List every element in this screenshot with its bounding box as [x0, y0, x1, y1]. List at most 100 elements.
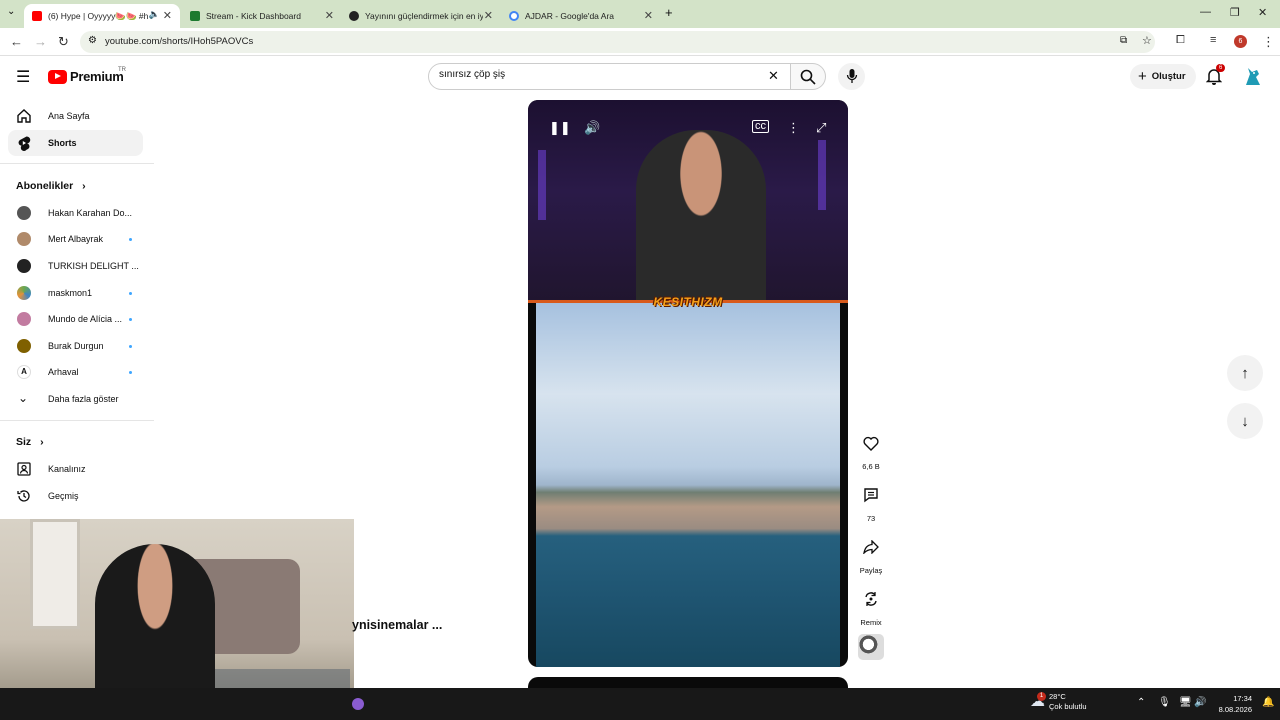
browser-tab-kick[interactable]: Stream - Kick Dashboard ✕	[182, 4, 342, 28]
tab-list-chevron-icon[interactable]: ⌄	[7, 6, 15, 17]
new-content-dot	[129, 318, 132, 321]
new-tab-icon[interactable]: +	[665, 5, 673, 20]
weather-widget[interactable]: ☁ 1 28°C Çok bulutlu	[1030, 692, 1087, 712]
background-light	[818, 140, 826, 210]
streamer-figure	[636, 130, 766, 305]
channel-name: Arhaval	[48, 367, 79, 377]
more-options-icon[interactable]: ⋮	[787, 120, 800, 136]
notifications-button[interactable]: 6	[1205, 64, 1226, 90]
notifications-tray-icon[interactable]: 🔔	[1262, 697, 1274, 708]
channel-avatar	[17, 286, 31, 300]
close-tab-icon[interactable]: ✕	[163, 9, 172, 22]
sidebar-subscription[interactable]: A Arhaval	[8, 359, 143, 385]
chevron-right-icon: ›	[82, 180, 86, 192]
channel-avatar	[17, 206, 31, 220]
istanbul-bosphorus-footage	[536, 303, 840, 667]
minimize-window-icon[interactable]: —	[1200, 6, 1211, 18]
sidebar-item-label: Kanalınız	[48, 464, 86, 474]
remix-icon	[865, 592, 877, 606]
sidebar-subscription[interactable]: Burak Durgun	[8, 333, 143, 359]
network-icon[interactable]: 🖥	[1179, 697, 1192, 708]
close-tab-icon[interactable]: ✕	[484, 9, 493, 22]
channel-name: Mert Albayrak	[48, 234, 104, 244]
extensions-icon[interactable]: ⧠	[1176, 34, 1185, 47]
channel-name: maskmon1	[48, 288, 93, 298]
channel-avatar	[17, 312, 31, 326]
sidebar-divider	[0, 420, 154, 421]
shorts-player[interactable]: KESITHIZM ❚❚ 🔊 cc ⋮ ⤢	[528, 100, 848, 667]
taskbar-app-icon[interactable]	[352, 698, 364, 710]
remix-action[interactable]: Remix	[857, 585, 885, 627]
like-action[interactable]: 6,6 B	[857, 429, 885, 471]
sidebar-item-shorts[interactable]: Shorts	[8, 130, 143, 156]
browser-tab-youtube[interactable]: (6) Hype | Oyyyyy🍉🍉 #hy 🔈 ✕	[24, 4, 180, 28]
subscriptions-header[interactable]: Abonelikler ›	[16, 180, 86, 192]
browser-tab-google[interactable]: AJDAR - Google'da Ara ✕	[501, 4, 661, 28]
create-button[interactable]: + Oluştur	[1130, 64, 1196, 89]
remix-button[interactable]	[857, 585, 885, 613]
share-button[interactable]	[857, 533, 885, 561]
account-avatar[interactable]	[1242, 65, 1264, 87]
site-favicon-icon	[349, 11, 359, 21]
reload-icon[interactable]: ↻	[58, 34, 69, 50]
streamer-camera-feed	[528, 100, 848, 305]
audio-thumbnail[interactable]	[858, 634, 884, 660]
volume-icon[interactable]: 🔊	[584, 120, 600, 136]
previous-short-button[interactable]: ↑	[1227, 355, 1263, 391]
close-tab-icon[interactable]: ✕	[325, 9, 334, 22]
sidebar-item-label: Geçmiş	[48, 491, 79, 501]
weather-alert-badge: 1	[1037, 692, 1046, 701]
pause-icon[interactable]: ❚❚	[549, 120, 571, 136]
sidebar-subscription[interactable]: Mundo de Alícia ...	[8, 306, 143, 332]
bookmark-star-icon[interactable]: ☆	[1142, 34, 1152, 47]
browser-menu-icon[interactable]: ⋮	[1262, 34, 1275, 50]
youtube-premium-logo[interactable]: Premium TR	[48, 67, 126, 84]
clear-search-icon[interactable]: ✕	[768, 68, 779, 84]
fullscreen-icon[interactable]: ⤢	[816, 120, 826, 136]
forward-icon[interactable]: →	[34, 34, 47, 49]
comment-button[interactable]	[857, 481, 885, 509]
history-icon	[17, 490, 30, 502]
channel-name: Mundo de Alícia ...	[48, 314, 123, 324]
search-button[interactable]	[790, 63, 826, 90]
show-more-button[interactable]: ⌄ Daha fazla göster	[8, 386, 143, 412]
close-tab-icon[interactable]: ✕	[644, 9, 653, 22]
subscriptions-title: Abonelikler	[16, 180, 74, 192]
hamburger-menu-icon[interactable]: ☰	[16, 67, 30, 87]
share-label: Paylaş	[859, 566, 883, 575]
site-info-icon[interactable]: ⚙	[88, 35, 97, 46]
next-short-button[interactable]: ↓	[1227, 403, 1263, 439]
address-bar[interactable]: ⚙ youtube.com/shorts/IHoh5PAOVCs ⧉ ☆	[80, 31, 1155, 53]
sidebar-item-history[interactable]: Geçmiş	[8, 483, 143, 509]
search-input[interactable]	[439, 69, 759, 80]
captions-icon[interactable]: cc	[752, 120, 769, 133]
back-icon[interactable]: ←	[10, 34, 23, 49]
sidebar-item-home[interactable]: Ana Sayfa	[8, 103, 143, 129]
speaker-icon[interactable]: 🔈	[149, 9, 160, 20]
google-favicon-icon	[509, 11, 519, 21]
microphone-tray-icon[interactable]: 🎙	[1158, 697, 1171, 708]
chevron-up-icon[interactable]: ⌃	[1137, 697, 1145, 708]
profile-avatar[interactable]: 6	[1234, 35, 1247, 48]
like-button[interactable]	[857, 429, 885, 457]
sidebar-subscription[interactable]: Mert Albayrak	[8, 226, 143, 252]
install-app-icon[interactable]: ⧉	[1120, 35, 1127, 46]
clock-date: 8.08.2026	[1218, 705, 1252, 714]
media-control-icon[interactable]: ≡	[1210, 34, 1216, 46]
share-action[interactable]: Paylaş	[857, 533, 885, 575]
comment-action[interactable]: 73	[857, 481, 885, 523]
speaker-tray-icon[interactable]: 🔊	[1194, 697, 1206, 708]
sidebar-subscription[interactable]: maskmon1	[8, 280, 143, 306]
browser-tab-article[interactable]: Yayınını güçlendirmek için en iy ✕	[341, 4, 501, 28]
sidebar-item-your-channel[interactable]: Kanalınız	[8, 456, 143, 482]
sidebar-divider	[0, 163, 154, 164]
close-window-icon[interactable]: ✕	[1258, 6, 1267, 19]
voice-search-button[interactable]	[838, 63, 865, 90]
sidebar-subscription[interactable]: Hakan Karahan Do...	[8, 200, 143, 226]
sidebar-subscription[interactable]: TURKISH DELIGHT ...	[8, 253, 143, 279]
url-text: youtube.com/shorts/IHoh5PAOVCs	[105, 36, 254, 47]
system-clock[interactable]: 17:34 8.08.2026	[1212, 693, 1252, 715]
restore-window-icon[interactable]: ❐	[1230, 6, 1240, 19]
channel-title-partial[interactable]: ynisinemalar ...	[352, 618, 442, 632]
you-section-header[interactable]: Siz ›	[16, 436, 44, 448]
